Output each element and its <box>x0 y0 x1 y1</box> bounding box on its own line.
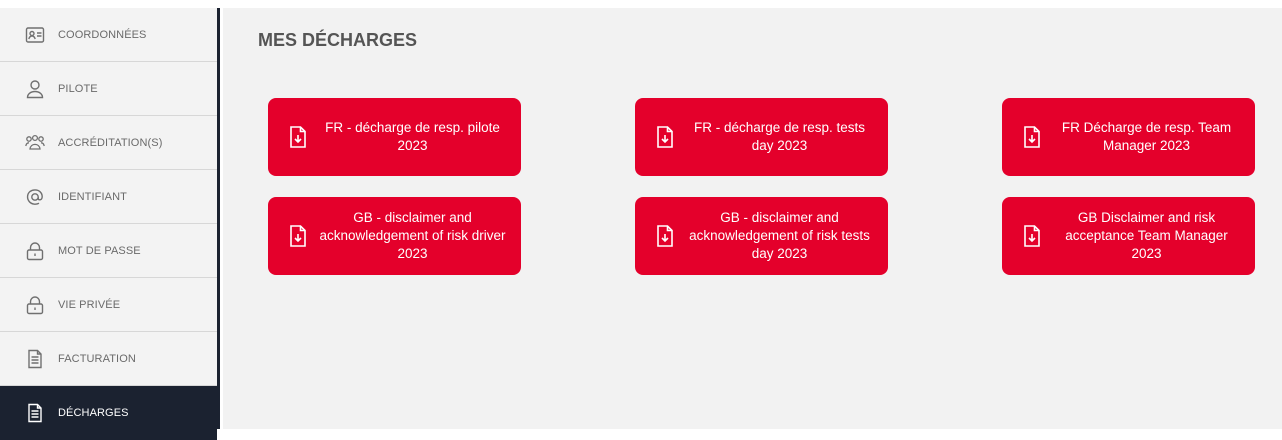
sidebar-item-label: COORDONNÉES <box>58 28 147 41</box>
page-title: MES DÉCHARGES <box>258 30 418 50</box>
sidebar-item-facturation[interactable]: FACTURATION <box>0 332 217 386</box>
user-icon <box>24 78 46 100</box>
document-download-button[interactable]: FR - décharge de resp. pilote 2023 <box>268 98 521 176</box>
file-download-icon <box>1022 224 1042 248</box>
document-icon <box>24 402 46 424</box>
sidebar-item-label: PILOTE <box>58 82 98 95</box>
document-download-button[interactable]: FR - décharge de resp. tests day 2023 <box>635 98 888 176</box>
sidebar-item-label: ACCRÉDITATION(S) <box>58 136 163 149</box>
document-label: FR - décharge de resp. pilote 2023 <box>325 120 500 153</box>
sidebar: COORDONNÉES PILOTE ACCRÉDITATION(S) IDEN… <box>0 8 220 440</box>
sidebar-item-accreditations[interactable]: ACCRÉDITATION(S) <box>0 116 217 170</box>
sidebar-item-label: MOT DE PASSE <box>58 244 141 257</box>
file-download-icon <box>288 224 308 248</box>
sidebar-item-pilote[interactable]: PILOTE <box>0 62 217 116</box>
file-download-icon <box>288 125 308 149</box>
sidebar-item-decharges[interactable]: DÉCHARGES <box>0 386 217 440</box>
lock-icon <box>24 240 46 262</box>
document-download-button[interactable]: GB - disclaimer and acknowledgement of r… <box>268 197 521 275</box>
sidebar-item-label: VIE PRIVÉE <box>58 298 121 311</box>
document-label: GB - disclaimer and acknowledgement of r… <box>689 210 870 261</box>
document-label: GB - disclaimer and acknowledgement of r… <box>319 210 506 261</box>
main-content: MES DÉCHARGES FR - décharge de resp. pil… <box>223 8 1282 429</box>
document-label: FR Décharge de resp. Team Manager 2023 <box>1061 120 1232 153</box>
contact-card-icon <box>24 24 46 46</box>
document-download-button[interactable]: GB Disclaimer and risk acceptance Team M… <box>1002 197 1255 275</box>
lock-icon <box>24 294 46 316</box>
sidebar-item-coordonnees[interactable]: COORDONNÉES <box>0 8 217 62</box>
sidebar-item-label: FACTURATION <box>58 352 136 365</box>
sidebar-item-identifiant[interactable]: IDENTIFIANT <box>0 170 217 224</box>
file-download-icon <box>655 224 675 248</box>
sidebar-item-label: IDENTIFIANT <box>58 190 127 203</box>
file-download-icon <box>1022 125 1042 149</box>
sidebar-item-mot-de-passe[interactable]: MOT DE PASSE <box>0 224 217 278</box>
sidebar-item-vie-privee[interactable]: VIE PRIVÉE <box>0 278 217 332</box>
file-download-icon <box>655 125 675 149</box>
document-label: FR - décharge de resp. tests day 2023 <box>693 120 866 153</box>
document-label: GB Disclaimer and risk acceptance Team M… <box>1065 210 1228 261</box>
at-sign-icon <box>24 186 46 208</box>
users-group-icon <box>24 132 46 154</box>
document-download-button[interactable]: FR Décharge de resp. Team Manager 2023 <box>1002 98 1255 176</box>
document-download-button[interactable]: GB - disclaimer and acknowledgement of r… <box>635 197 888 275</box>
sidebar-item-label: DÉCHARGES <box>58 407 129 419</box>
document-icon <box>24 348 46 370</box>
